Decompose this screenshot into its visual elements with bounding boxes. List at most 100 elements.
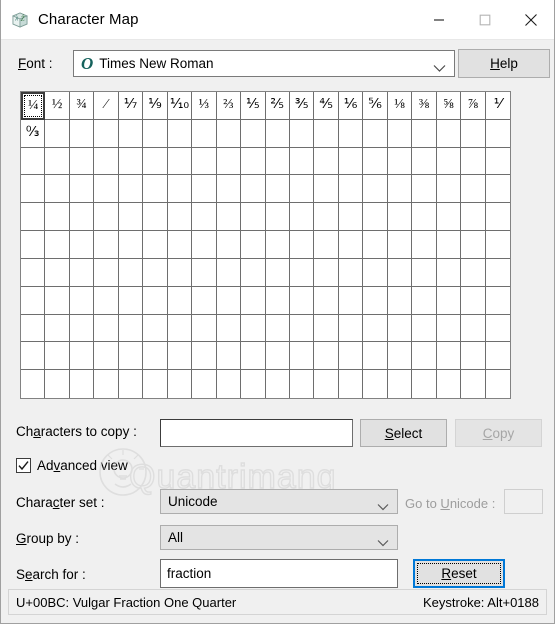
character-cell[interactable]	[167, 175, 193, 204]
character-cell[interactable]	[118, 119, 144, 148]
character-cell[interactable]	[118, 175, 144, 204]
chevron-down-icon[interactable]	[433, 60, 446, 78]
character-cell[interactable]	[363, 231, 388, 259]
character-cell[interactable]	[45, 342, 70, 371]
character-cell[interactable]	[143, 203, 168, 232]
character-cell[interactable]: ⅞	[461, 92, 486, 120]
character-cell[interactable]	[289, 175, 315, 204]
character-cell[interactable]	[69, 203, 95, 232]
character-cell[interactable]	[167, 342, 193, 371]
character-cell[interactable]: ¾	[69, 92, 95, 120]
character-cell[interactable]	[69, 147, 95, 176]
character-cell[interactable]	[118, 231, 144, 259]
character-cell[interactable]	[265, 258, 290, 287]
character-cell[interactable]	[265, 119, 290, 148]
character-cell[interactable]	[485, 175, 510, 204]
character-cell[interactable]	[461, 286, 486, 315]
character-cell[interactable]	[314, 258, 339, 287]
character-cell[interactable]	[192, 231, 217, 259]
character-cell[interactable]	[94, 231, 119, 259]
character-cell[interactable]	[338, 342, 364, 371]
character-cell[interactable]	[412, 203, 437, 232]
character-cell[interactable]	[387, 314, 413, 343]
character-cell[interactable]	[118, 342, 144, 371]
character-cell[interactable]	[167, 314, 193, 343]
character-cell[interactable]	[45, 203, 70, 232]
character-cell[interactable]	[339, 370, 364, 398]
character-cell[interactable]	[461, 314, 486, 343]
character-cell[interactable]: ⅑	[143, 92, 168, 120]
character-cell[interactable]: ⅓	[192, 92, 217, 120]
character-cell[interactable]	[412, 258, 437, 287]
character-cell[interactable]	[485, 287, 510, 315]
character-cell[interactable]	[192, 314, 217, 343]
character-cell[interactable]	[241, 203, 266, 232]
character-cell[interactable]	[94, 119, 119, 148]
character-cell[interactable]	[363, 203, 388, 232]
character-cell[interactable]	[21, 258, 46, 287]
character-cell[interactable]	[143, 231, 168, 259]
character-cell[interactable]	[289, 286, 315, 315]
character-cell[interactable]	[21, 203, 46, 232]
character-cell[interactable]	[241, 258, 266, 287]
character-cell[interactable]	[118, 286, 144, 315]
character-cell[interactable]	[461, 203, 486, 232]
character-cell[interactable]	[69, 231, 95, 259]
character-cell[interactable]	[461, 147, 486, 176]
character-cell[interactable]	[387, 286, 413, 315]
character-cell[interactable]: ⅔	[216, 92, 242, 120]
character-cell[interactable]: ⅐	[118, 92, 144, 120]
character-cell[interactable]	[45, 314, 70, 343]
character-cell[interactable]	[387, 175, 413, 204]
character-cell[interactable]	[118, 258, 144, 287]
character-cell[interactable]	[461, 175, 486, 204]
character-cell[interactable]	[192, 203, 217, 232]
character-cell[interactable]	[216, 258, 242, 287]
character-cell[interactable]	[314, 175, 339, 204]
character-cell[interactable]	[265, 175, 290, 204]
character-cell[interactable]	[143, 119, 168, 148]
character-cell[interactable]	[265, 342, 290, 371]
group-by-combo[interactable]: All	[160, 525, 398, 550]
character-cell[interactable]	[45, 119, 70, 148]
character-cell[interactable]	[69, 314, 95, 343]
character-cell[interactable]	[338, 147, 364, 176]
character-cell[interactable]	[217, 370, 242, 398]
character-cell[interactable]	[241, 342, 266, 371]
character-cell[interactable]	[167, 286, 193, 315]
character-cell[interactable]	[485, 120, 510, 148]
character-cell[interactable]	[192, 286, 217, 315]
character-cell[interactable]	[94, 147, 119, 176]
character-cell[interactable]	[289, 203, 315, 232]
character-cell[interactable]	[216, 147, 242, 176]
character-cell[interactable]: ⅖	[265, 92, 290, 120]
character-cell[interactable]	[486, 370, 510, 398]
character-cell[interactable]	[241, 147, 266, 176]
character-cell[interactable]	[436, 342, 462, 371]
character-cell[interactable]	[314, 342, 339, 371]
character-grid[interactable]: ¼ ½ ¾ ⁄ ⅐ ⅑ ⅒ ⅓ ⅔ ⅕ ⅖ ⅗ ⅘ ⅙ ⅚ ⅛ ⅜ ⅝ ⅞ ⅟ ↉	[20, 91, 511, 399]
character-cell[interactable]: ↉	[21, 119, 46, 148]
character-cell[interactable]	[45, 147, 70, 176]
character-cell[interactable]	[21, 342, 46, 371]
character-cell[interactable]	[216, 119, 242, 148]
character-cell[interactable]	[266, 370, 290, 398]
character-cell[interactable]	[167, 231, 193, 259]
character-cell[interactable]	[289, 258, 315, 287]
character-cell[interactable]	[289, 231, 315, 259]
character-cell[interactable]	[412, 119, 437, 148]
character-cell[interactable]	[338, 286, 364, 315]
character-cell[interactable]	[265, 231, 290, 259]
character-cell[interactable]	[314, 370, 339, 398]
character-cell[interactable]	[167, 147, 193, 176]
help-button[interactable]: Help	[458, 49, 550, 78]
character-cell[interactable]	[461, 370, 486, 398]
chevron-down-icon[interactable]	[377, 534, 389, 552]
character-cell[interactable]	[363, 175, 388, 204]
character-cell[interactable]	[216, 203, 242, 232]
reset-button[interactable]: Reset	[413, 559, 505, 588]
search-input[interactable]: fraction	[160, 559, 398, 588]
character-cell[interactable]	[167, 258, 193, 287]
character-cell[interactable]	[69, 119, 95, 148]
character-cell[interactable]	[363, 147, 388, 176]
